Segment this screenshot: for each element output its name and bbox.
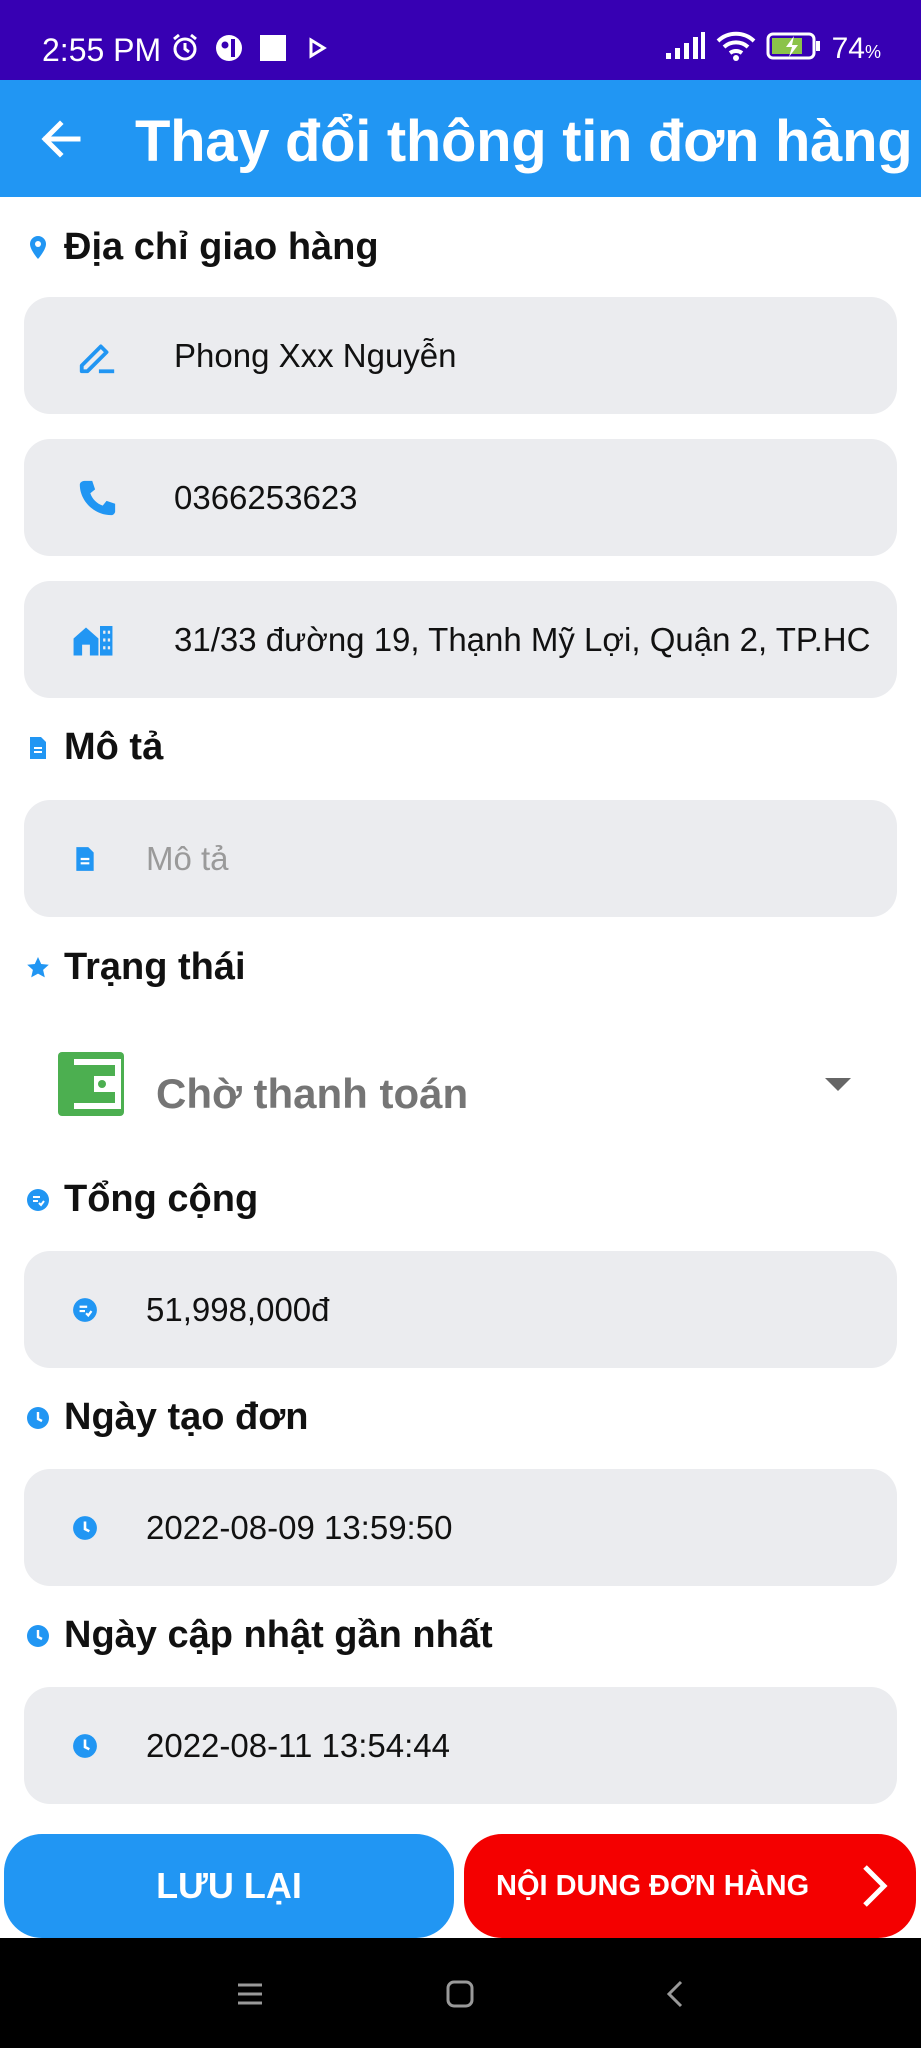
app-notification-icon bbox=[212, 31, 246, 65]
status-time: 2:55 PM bbox=[42, 32, 162, 68]
description-section-header: Mô tả bbox=[26, 726, 163, 769]
order-content-button[interactable]: NỘI DUNG ĐƠN HÀNG bbox=[464, 1834, 916, 1938]
status-bar: 2:55 PM 74% bbox=[0, 0, 921, 80]
save-button-label: LƯU LẠI bbox=[156, 1865, 302, 1906]
total-section-label: Tổng cộng bbox=[64, 1178, 259, 1220]
created-section-label: Ngày tạo đơn bbox=[64, 1396, 309, 1438]
address-value: 31/33 đường 19, Thạnh Mỹ Lợi, Quận 2, TP… bbox=[174, 621, 871, 658]
money-icon bbox=[26, 1188, 50, 1212]
order-content-button-label: NỘI DUNG ĐƠN HÀNG bbox=[496, 1869, 810, 1902]
status-dropdown[interactable]: Chờ thanh toán bbox=[24, 1030, 897, 1160]
back-nav-icon[interactable] bbox=[655, 1974, 695, 2014]
wifi-icon bbox=[716, 30, 756, 67]
name-value: Phong Xxx Nguyễn bbox=[174, 337, 457, 374]
shipping-section-header: Địa chỉ giao hàng bbox=[26, 226, 379, 269]
star-icon bbox=[26, 956, 50, 980]
alarm-icon bbox=[168, 31, 202, 65]
phone-field[interactable]: 0366253623 bbox=[24, 439, 897, 556]
status-selected-value: Chờ thanh toán bbox=[156, 1070, 469, 1117]
back-arrow-icon[interactable] bbox=[36, 114, 86, 164]
description-field[interactable]: Mô tả bbox=[24, 800, 897, 917]
notification-icons bbox=[168, 31, 334, 65]
save-button[interactable]: LƯU LẠI bbox=[4, 1834, 454, 1938]
total-field[interactable]: 51,998,000đ bbox=[24, 1251, 897, 1368]
clock-icon bbox=[26, 1406, 50, 1430]
total-section-header: Tổng cộng bbox=[26, 1178, 258, 1221]
app-bar: Thay đổi thông tin đơn hàng bbox=[0, 80, 921, 197]
description-placeholder: Mô tả bbox=[146, 840, 229, 877]
signal-icon bbox=[664, 31, 706, 66]
created-date-value: 2022-08-09 13:59:50 bbox=[146, 1509, 453, 1546]
system-nav-bar bbox=[0, 1938, 921, 2048]
edit-pencil-icon bbox=[76, 335, 118, 377]
created-section-header: Ngày tạo đơn bbox=[26, 1396, 308, 1439]
updated-date-value: 2022-08-11 13:54:44 bbox=[146, 1727, 450, 1764]
created-date-field[interactable]: 2022-08-09 13:59:50 bbox=[24, 1469, 897, 1586]
total-value: 51,998,000đ bbox=[146, 1291, 330, 1328]
name-field[interactable]: Phong Xxx Nguyễn bbox=[24, 297, 897, 414]
battery-percent: 74% bbox=[832, 32, 881, 66]
clock-icon bbox=[64, 1507, 106, 1549]
address-field[interactable]: 31/33 đường 19, Thạnh Mỹ Lợi, Quận 2, TP… bbox=[24, 581, 897, 698]
screen: 2:55 PM 74% Thay đổi thông tin đơn hàng … bbox=[0, 0, 921, 2048]
phone-value: 0366253623 bbox=[174, 479, 358, 516]
updated-section-label: Ngày cập nhật gần nhất bbox=[64, 1614, 493, 1656]
clock-icon bbox=[26, 1624, 50, 1648]
wallet-icon bbox=[58, 1052, 124, 1116]
home-address-icon bbox=[72, 619, 114, 661]
battery-unit: % bbox=[864, 41, 881, 62]
battery-value: 74 bbox=[831, 31, 865, 65]
updated-section-header: Ngày cập nhật gần nhất bbox=[26, 1614, 493, 1657]
dropdown-caret-icon bbox=[825, 1078, 851, 1091]
document-icon bbox=[64, 838, 106, 880]
location-pin-icon bbox=[26, 235, 50, 260]
status-section-label: Trạng thái bbox=[64, 946, 246, 988]
updated-date-field[interactable]: 2022-08-11 13:54:44 bbox=[24, 1687, 897, 1804]
status-right: 74% bbox=[664, 30, 881, 67]
shipping-section-label: Địa chỉ giao hàng bbox=[64, 226, 379, 268]
phone-icon bbox=[76, 477, 118, 519]
recent-apps-icon[interactable] bbox=[230, 1974, 270, 2014]
clock-icon bbox=[64, 1725, 106, 1767]
document-icon bbox=[26, 736, 50, 760]
play-icon bbox=[300, 31, 334, 65]
home-icon[interactable] bbox=[440, 1974, 480, 2014]
chevron-right-icon bbox=[860, 1864, 890, 1908]
money-icon bbox=[64, 1289, 106, 1331]
description-section-label: Mô tả bbox=[64, 726, 164, 768]
page-title: Thay đổi thông tin đơn hàng bbox=[135, 109, 913, 174]
status-section-header: Trạng thái bbox=[26, 946, 246, 989]
battery-charging-icon bbox=[766, 31, 822, 66]
square-icon bbox=[256, 31, 290, 65]
